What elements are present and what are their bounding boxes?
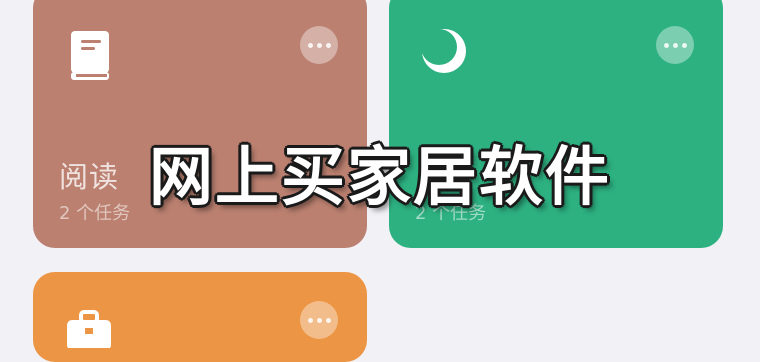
card-title: 阅读 [59,160,120,194]
card-task-count: 2 个任务 [415,203,487,224]
shortcut-card-night[interactable]: 2 个任务 [389,0,723,248]
more-options-button[interactable] [656,26,694,64]
moon-icon [419,26,469,80]
more-options-button[interactable] [300,301,338,339]
shortcut-card-reading[interactable]: 阅读 2 个任务 [33,0,367,248]
card-task-count: 2 个任务 [59,203,131,224]
briefcase-icon [65,308,113,352]
shortcut-card-work[interactable] [33,272,367,362]
more-options-button[interactable] [300,26,338,64]
book-icon [67,28,113,86]
